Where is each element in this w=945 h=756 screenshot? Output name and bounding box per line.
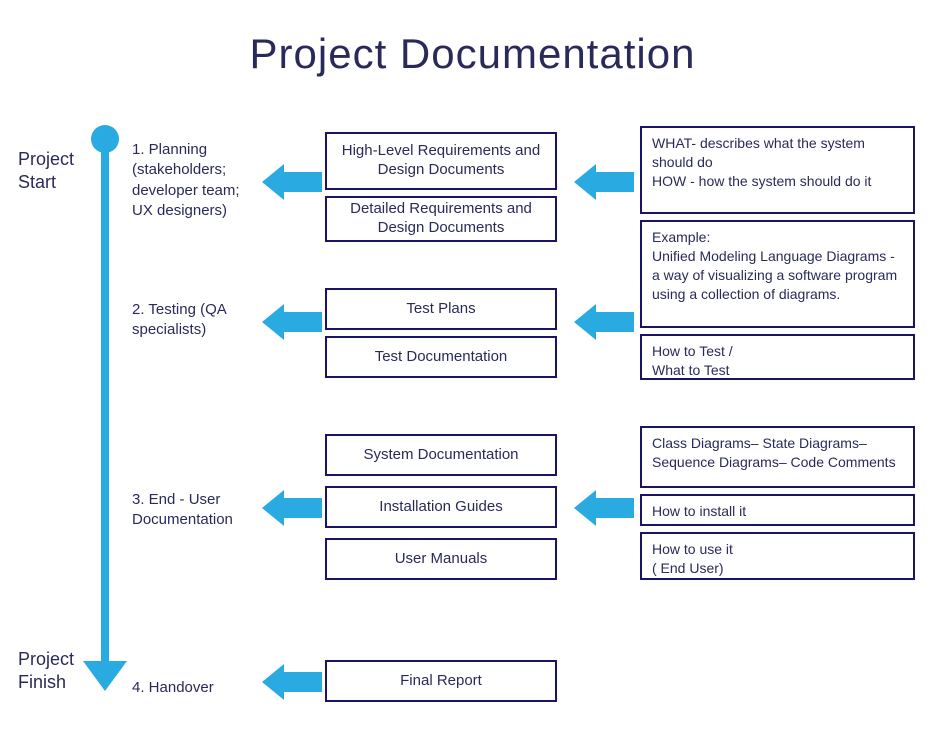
doc-test-doc: Test Documentation: [325, 336, 557, 378]
doc-high-level-req: High-Level Requirements and Design Docum…: [325, 132, 557, 190]
timeline-arrowhead: [83, 661, 127, 691]
doc-detailed-req: Detailed Requirements and Design Documen…: [325, 196, 557, 242]
arrow-enduser-icon: [282, 498, 322, 518]
arrow-handover-icon: [282, 672, 322, 692]
stage-enduser: 3. End - User Documentation: [132, 490, 252, 531]
desc-how-use: How to use it ( End User): [640, 532, 915, 580]
doc-user-manuals: User Manuals: [325, 538, 557, 580]
doc-install-guides: Installation Guides: [325, 486, 557, 528]
arrow-desc-enduser-icon: [594, 498, 634, 518]
desc-how-install: How to install it: [640, 494, 915, 526]
arrow-planning-icon: [282, 172, 322, 192]
desc-how-to-test: How to Test / What to Test: [640, 334, 915, 380]
doc-test-plans: Test Plans: [325, 288, 557, 330]
timeline-finish-label: Project Finish: [18, 648, 88, 695]
stage-handover: 4. Handover: [132, 678, 252, 698]
desc-uml-example: Example: Unified Modeling Language Diagr…: [640, 220, 915, 328]
arrow-testing-icon: [282, 312, 322, 332]
desc-what-how: WHAT- describes what the system should d…: [640, 126, 915, 214]
arrow-desc-testing-icon: [594, 312, 634, 332]
stage-testing: 2. Testing (QA specialists): [132, 300, 252, 341]
page-title: Project Documentation: [0, 30, 945, 78]
doc-system-doc: System Documentation: [325, 434, 557, 476]
doc-final-report: Final Report: [325, 660, 557, 702]
desc-class-diagrams: Class Diagrams– State Diagrams– Sequence…: [640, 426, 915, 488]
arrow-desc-planning-icon: [594, 172, 634, 192]
timeline-start-label: Project Start: [18, 148, 88, 195]
timeline-shaft: [101, 145, 109, 665]
stage-planning: 1. Planning (stakeholders; developer tea…: [132, 140, 252, 221]
